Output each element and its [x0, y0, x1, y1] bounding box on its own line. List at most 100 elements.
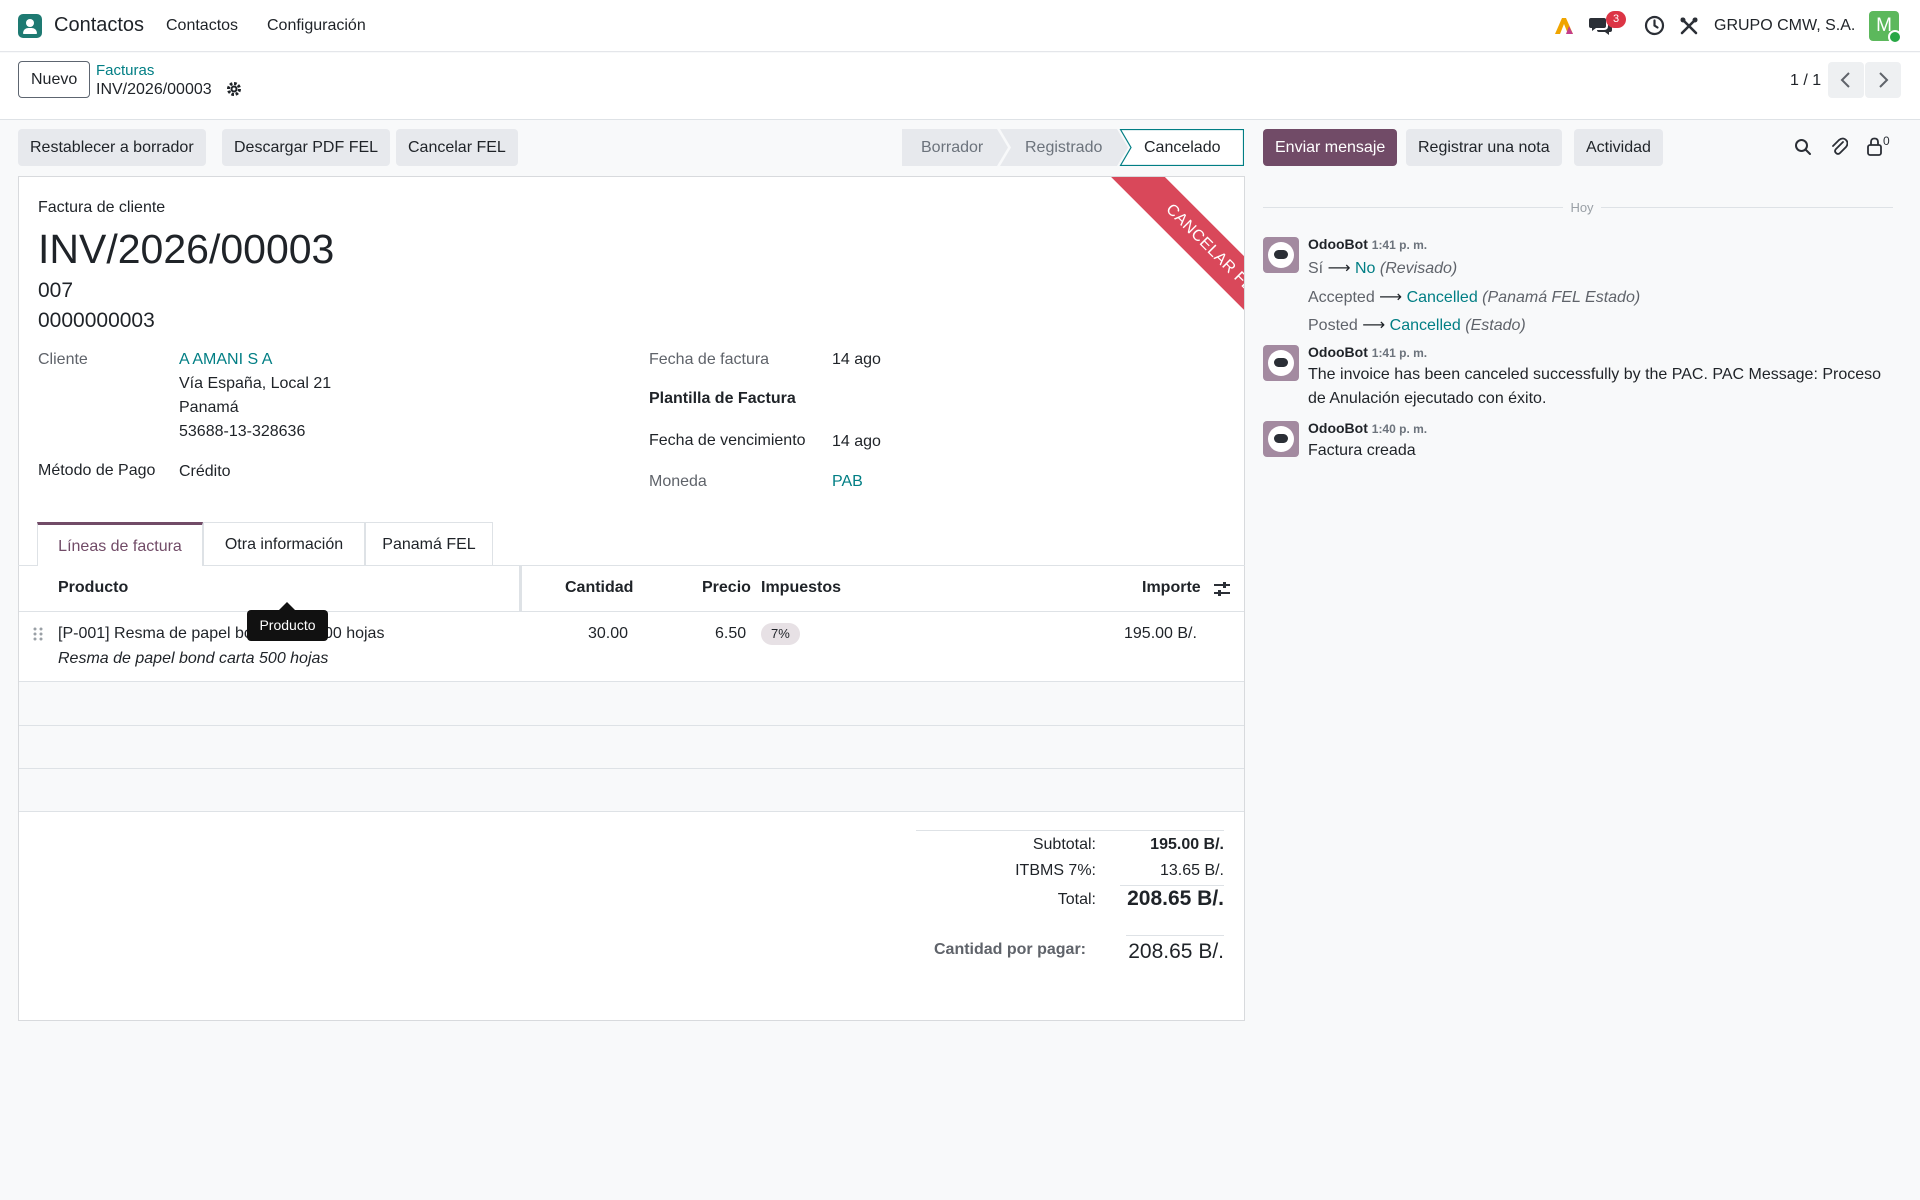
send-message-button[interactable]: Enviar mensaje — [1263, 129, 1398, 166]
app-name[interactable]: Contactos — [54, 14, 144, 37]
status-registrado[interactable]: Registrado — [1025, 129, 1102, 166]
chevron-left-icon — [1840, 72, 1850, 88]
amount-due-label: Cantidad por pagar: — [933, 941, 1086, 958]
breadcrumb-facturas-link[interactable]: Facturas — [96, 62, 154, 79]
menu-configuracion[interactable]: Configuración — [267, 17, 366, 35]
column-header-product[interactable]: Producto — [58, 579, 128, 597]
invoice-template-label: Plantilla de Factura — [649, 390, 796, 407]
user-avatar[interactable]: M — [1869, 11, 1902, 44]
pager-value[interactable]: 1 / 1 — [1790, 72, 1821, 90]
tab-panama-fel[interactable]: Panamá FEL — [365, 522, 493, 565]
tracking-line: Sí ⟶ No (Revisado) — [1308, 258, 1457, 278]
line-price[interactable]: 6.50 — [715, 625, 746, 643]
total-divider — [1120, 885, 1224, 886]
table-row[interactable] — [19, 612, 1244, 680]
fel-code-a: 007 — [38, 279, 74, 302]
column-resize-handle[interactable] — [519, 566, 522, 612]
activity-clock-icon[interactable] — [1644, 15, 1665, 36]
tooltip-arrow — [279, 602, 295, 610]
message-time: 1:41 p. m. — [1371, 346, 1428, 360]
arrow-right-icon: ⟶ — [1362, 317, 1386, 334]
customer-address-line: Panamá — [179, 399, 239, 416]
author-name[interactable]: OdooBot — [1308, 236, 1368, 252]
message-author[interactable]: OdooBot 1:40 p. m. — [1308, 420, 1427, 436]
pager-previous-button[interactable] — [1828, 62, 1864, 98]
author-name[interactable]: OdooBot — [1308, 344, 1368, 360]
cancel-fel-button[interactable]: Cancelar FEL — [396, 129, 518, 166]
product-tooltip: Producto — [247, 610, 328, 641]
log-note-button[interactable]: Registrar una nota — [1406, 129, 1562, 166]
line-description: Resma de papel bond carta 500 hojas — [58, 650, 329, 667]
tracking-new-value: Cancelled — [1389, 317, 1461, 334]
empty-row[interactable] — [19, 769, 1244, 812]
pager-next-button[interactable] — [1865, 62, 1901, 98]
column-header-quantity[interactable]: Cantidad — [565, 579, 633, 597]
currency-value-link[interactable]: PAB — [832, 473, 863, 491]
status-cancelado-current[interactable]: Cancelado — [1144, 129, 1221, 166]
invoice-type-label: Factura de cliente — [38, 199, 166, 216]
tracking-new-value: Cancelled — [1406, 289, 1478, 306]
search-icon[interactable] — [1794, 138, 1812, 156]
amount-due-value: 208.65 B/. — [1128, 940, 1224, 963]
company-switcher[interactable]: GRUPO CMW, S.A. — [1714, 17, 1855, 35]
column-header-taxes[interactable]: Impuestos — [761, 579, 841, 597]
line-product-link[interactable]: [P-001] Resma de papel bond carta 500 ho… — [58, 625, 384, 643]
odoobot-avatar[interactable] — [1263, 345, 1299, 381]
total-label: Total: — [1057, 891, 1096, 908]
reset-to-draft-button[interactable]: Restablecer a borrador — [18, 129, 206, 166]
tracking-old-value: Accepted — [1308, 289, 1375, 306]
contacts-app-icon[interactable] — [18, 14, 42, 38]
tracking-new-value: No — [1354, 260, 1376, 277]
follow-lock-icon[interactable] — [1866, 137, 1883, 156]
invoice-date-value[interactable]: 14 ago — [832, 351, 881, 369]
arrow-right-icon: ⟶ — [1327, 260, 1351, 277]
download-pdf-fel-button[interactable]: Descargar PDF FEL — [222, 129, 391, 166]
column-header-price[interactable]: Precio — [702, 579, 751, 597]
gear-icon[interactable] — [225, 80, 243, 98]
message-author[interactable]: OdooBot 1:41 p. m. — [1308, 344, 1427, 360]
message-time: 1:41 p. m. — [1371, 238, 1428, 252]
debug-tools-icon[interactable] — [1679, 16, 1699, 36]
activity-button[interactable]: Actividad — [1574, 129, 1663, 166]
currency-label: Moneda — [649, 473, 707, 490]
customer-name-link[interactable]: A AMANI S A — [179, 351, 272, 369]
message-body-line: de Anulación ejecutado con éxito. — [1308, 390, 1547, 407]
ai-assistant-icon[interactable] — [1553, 16, 1575, 36]
paperclip-icon[interactable] — [1830, 136, 1848, 156]
drag-handle-icon[interactable] — [32, 626, 44, 642]
payment-method-value[interactable]: Crédito — [179, 463, 231, 481]
new-button[interactable]: Nuevo — [18, 61, 91, 98]
customer-address-line: Vía España, Local 21 — [179, 375, 332, 392]
customer-address-line: 53688-13-328636 — [179, 423, 306, 440]
invoice-template-field[interactable] — [832, 387, 1212, 411]
follower-count: 0 — [1883, 134, 1890, 148]
invoice-date-label: Fecha de factura — [649, 351, 770, 368]
column-header-amount[interactable]: Importe — [1142, 579, 1201, 597]
message-time: 1:40 p. m. — [1371, 422, 1428, 436]
due-date-label: Fecha de vencimiento — [649, 432, 806, 449]
empty-row[interactable] — [19, 682, 1244, 725]
tracking-field-name: (Panamá FEL Estado) — [1482, 289, 1641, 306]
empty-row[interactable] — [19, 726, 1244, 769]
line-amount: 195.00 B/. — [1124, 625, 1197, 642]
odoobot-avatar[interactable] — [1263, 237, 1299, 273]
messages-count-badge: 3 — [1606, 11, 1626, 28]
tab-invoice-lines[interactable]: Líneas de factura — [37, 522, 203, 566]
tracking-field-name: (Estado) — [1465, 317, 1526, 334]
status-borrador[interactable]: Borrador — [921, 129, 983, 166]
tax-value: 13.65 B/. — [1159, 862, 1224, 879]
message-author[interactable]: OdooBot 1:41 p. m. — [1308, 236, 1427, 252]
chevron-right-icon — [1879, 72, 1889, 88]
line-tax-badge[interactable]: 7% — [761, 623, 800, 645]
due-date-value[interactable]: 14 ago — [832, 433, 881, 451]
day-separator-label: Hoy — [1570, 200, 1594, 215]
tracking-old-value: Posted — [1308, 317, 1358, 334]
arrow-right-icon: ⟶ — [1379, 289, 1403, 306]
message-body-line: The invoice has been canceled successful… — [1308, 366, 1882, 383]
odoobot-avatar[interactable] — [1263, 421, 1299, 457]
tab-other-info[interactable]: Otra información — [203, 522, 365, 565]
menu-contactos[interactable]: Contactos — [166, 17, 238, 35]
author-name[interactable]: OdooBot — [1308, 420, 1368, 436]
line-quantity[interactable]: 30.00 — [588, 625, 628, 643]
optional-columns-sliders-icon[interactable] — [1213, 581, 1231, 597]
